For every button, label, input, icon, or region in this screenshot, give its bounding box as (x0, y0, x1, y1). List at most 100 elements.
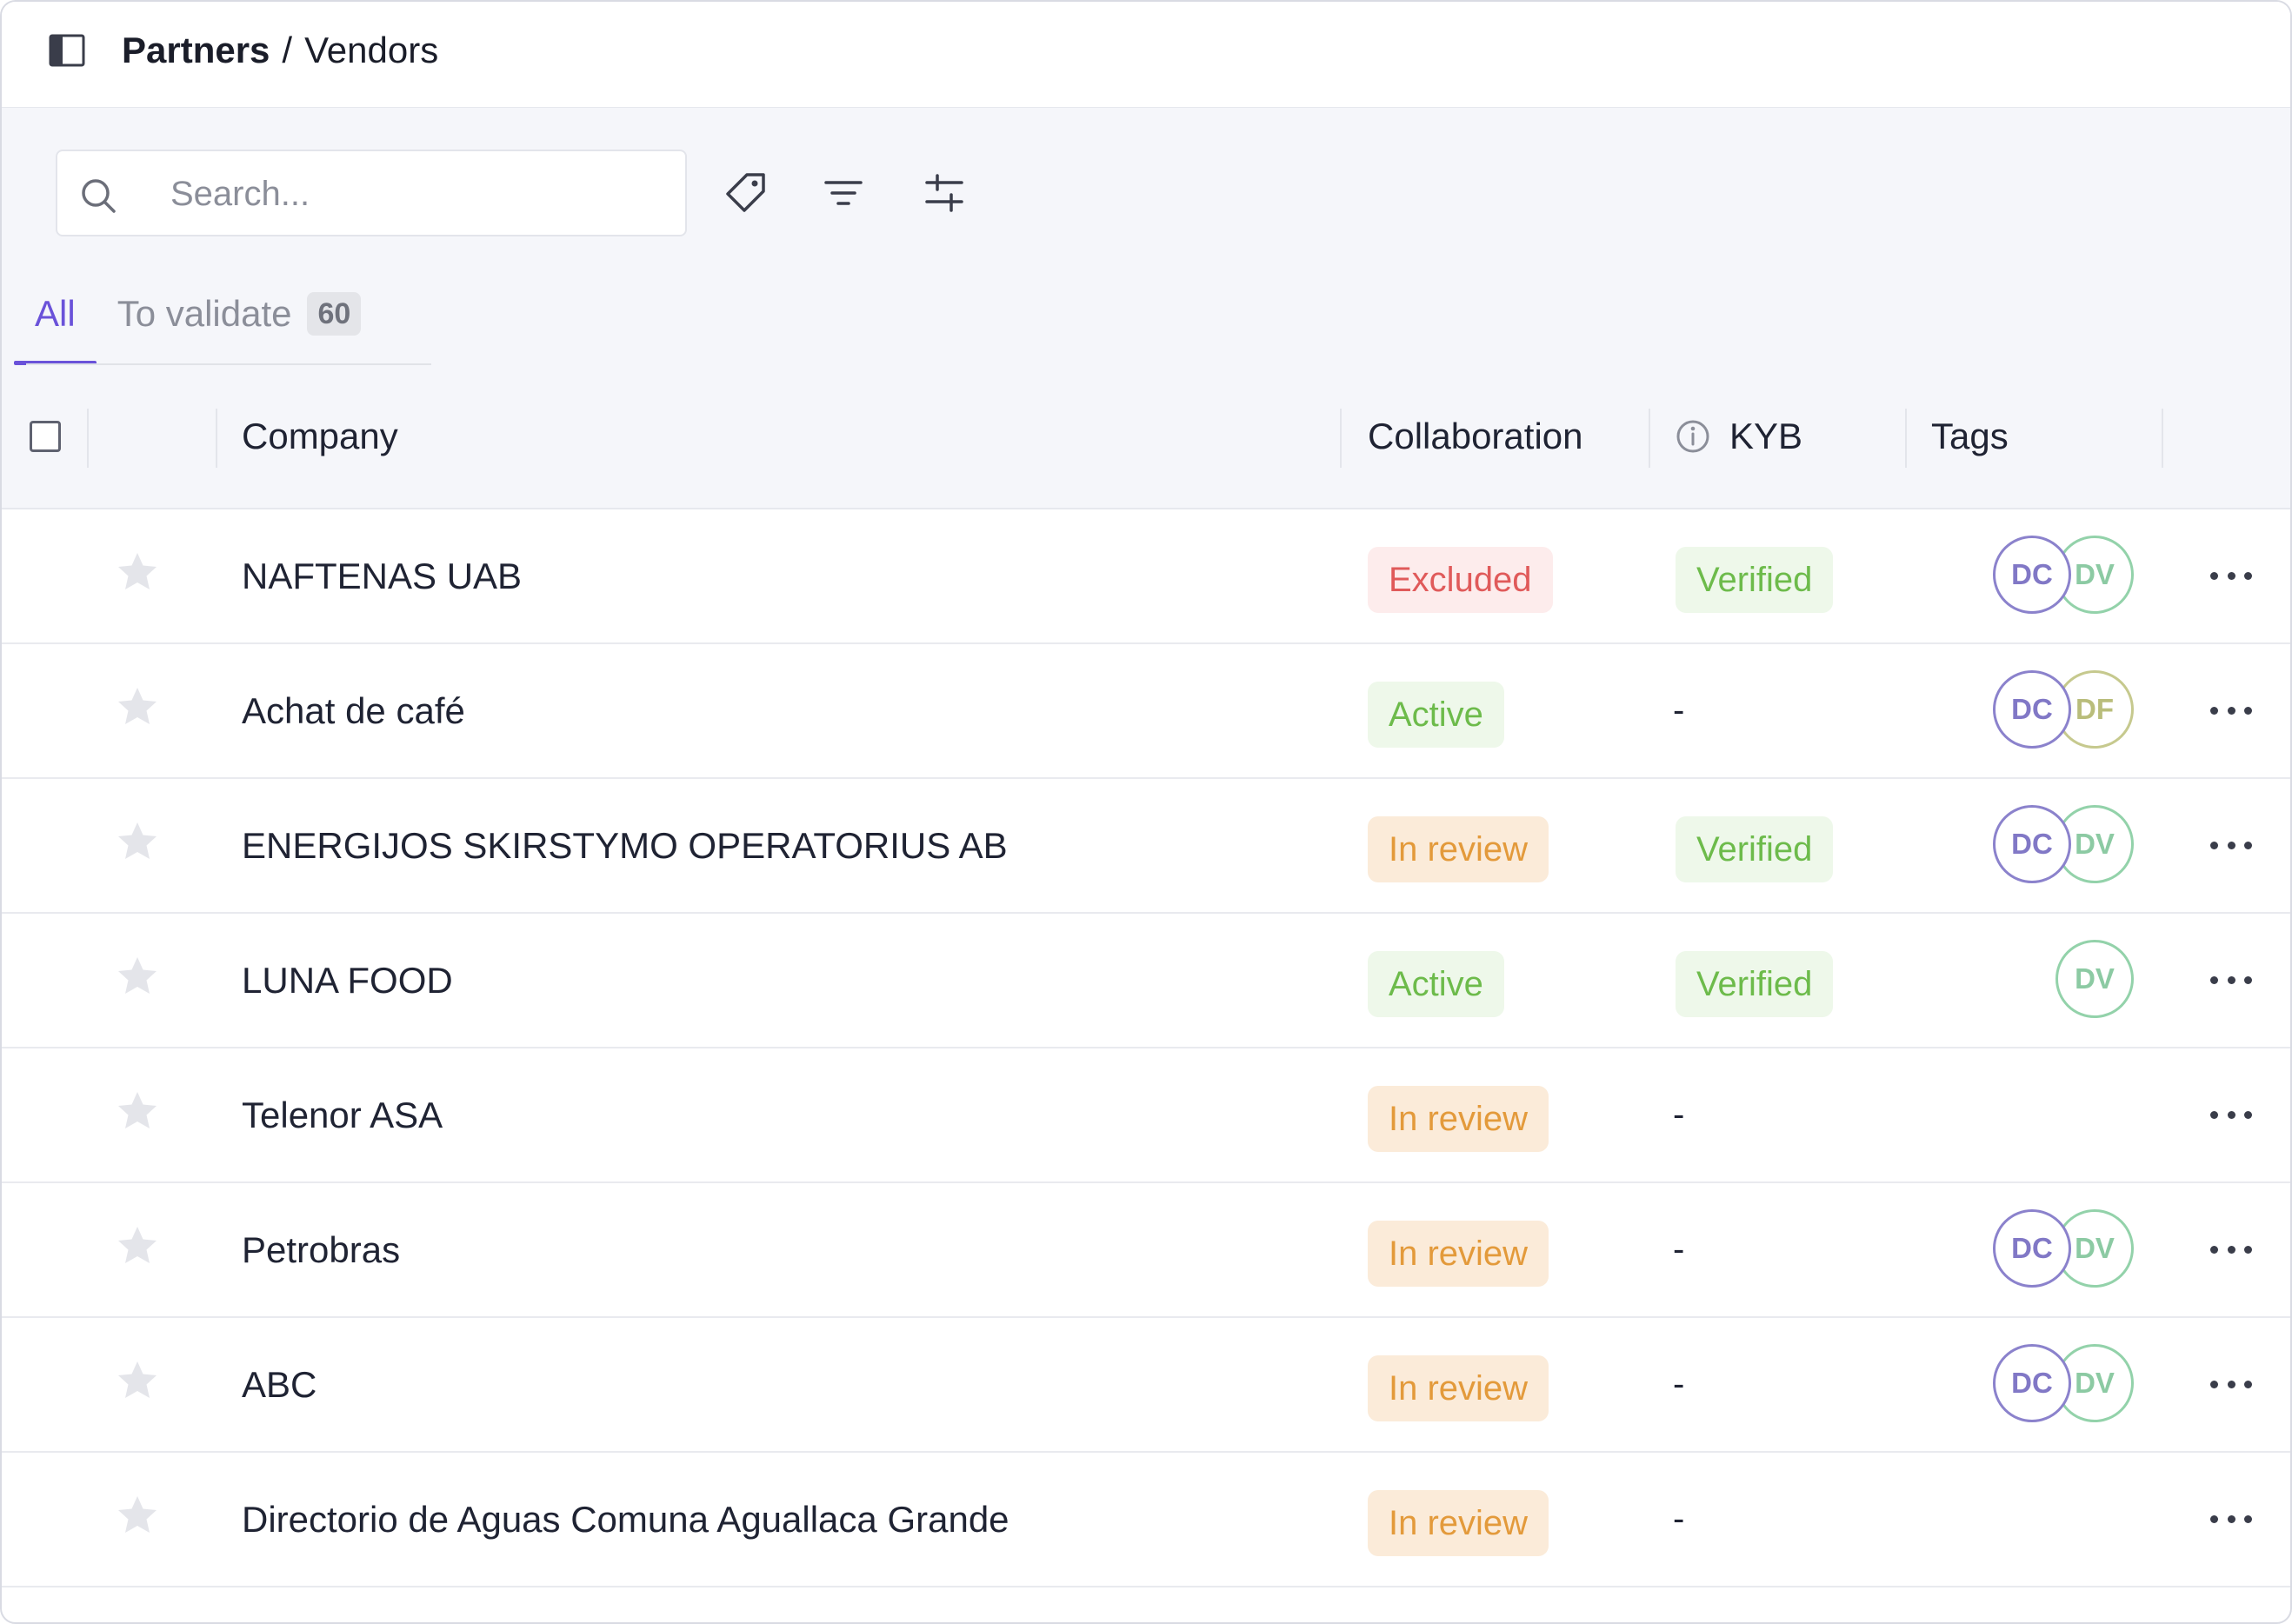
table-row[interactable]: Achat de café Active - DC DF (2, 644, 2290, 779)
tag-avatar[interactable]: DC (1993, 805, 2071, 883)
table-row[interactable]: ABC In review - DC DV (2, 1318, 2290, 1453)
table-header: Company Collaboration KYB Tags (2, 365, 2290, 509)
filter-button[interactable] (819, 169, 868, 217)
tags-group: DC DF (1993, 670, 2141, 752)
collaboration-status-badge: In review (1368, 1355, 1549, 1421)
star-icon[interactable] (115, 1223, 160, 1268)
more-actions-icon[interactable] (2210, 558, 2252, 593)
table-row[interactable]: Petrobras In review - DC DV (2, 1183, 2290, 1318)
search-box[interactable] (56, 150, 687, 236)
column-header-collaboration[interactable]: Collaboration (1368, 365, 1583, 508)
star-icon[interactable] (115, 819, 160, 864)
tag-avatar[interactable]: DC (1993, 536, 2071, 614)
more-actions-icon[interactable] (2210, 693, 2252, 728)
kyb-empty-value: - (1673, 1365, 1685, 1403)
collaboration-status-badge: Active (1368, 951, 1504, 1017)
column-divider (1649, 409, 1650, 468)
breadcrumb-current: Vendors (304, 30, 439, 70)
star-icon[interactable] (115, 549, 160, 595)
tags-group: DC DV (1993, 1344, 2141, 1426)
app-window: Partners / Vendors Search... All To vali… (0, 0, 2292, 1624)
column-header-tags[interactable]: Tags (1931, 365, 2009, 508)
tag-avatar[interactable]: DC (1993, 670, 2071, 749)
kyb-empty-value: - (1673, 691, 1685, 729)
collaboration-status-badge: Active (1368, 682, 1504, 748)
collaboration-status-badge: In review (1368, 1221, 1549, 1287)
tags-group: DV (1993, 940, 2141, 1022)
star-icon[interactable] (115, 684, 160, 729)
table-row[interactable]: Telenor ASA In review - (2, 1048, 2290, 1183)
collaboration-status-badge: Excluded (1368, 547, 1553, 613)
collaboration-status-badge: In review (1368, 1086, 1549, 1152)
breadcrumb-parent[interactable]: Partners (122, 30, 270, 71)
more-actions-icon[interactable] (2210, 962, 2252, 997)
tag-filter-button[interactable] (721, 169, 770, 217)
kyb-status-badge: Verified (1676, 547, 1834, 613)
column-divider (1340, 409, 1342, 468)
tag-icon (726, 173, 765, 212)
company-name[interactable]: Directorio de Aguas Comuna Aguallaca Gra… (242, 1453, 1009, 1586)
kyb-status-badge: Verified (1676, 816, 1834, 882)
top-bar: Partners / Vendors (2, 2, 2290, 109)
more-actions-icon[interactable] (2210, 1501, 2252, 1536)
more-actions-icon[interactable] (2210, 1232, 2252, 1267)
tags-group: DC DV (1993, 805, 2141, 887)
column-divider (2162, 409, 2163, 468)
company-name[interactable]: Petrobras (242, 1183, 400, 1316)
column-divider (216, 409, 217, 468)
more-actions-icon[interactable] (2210, 828, 2252, 862)
star-icon[interactable] (115, 1493, 160, 1538)
kyb-empty-value: - (1673, 1095, 1685, 1134)
kyb-empty-value: - (1673, 1500, 1685, 1538)
star-icon[interactable] (115, 954, 160, 999)
column-divider (87, 409, 89, 468)
adjust-columns-button[interactable] (920, 169, 969, 217)
kyb-status-badge: Verified (1676, 951, 1834, 1017)
sidebar-toggle-icon[interactable] (49, 34, 85, 67)
info-icon[interactable] (1676, 419, 1710, 454)
company-name[interactable]: ABC (242, 1318, 316, 1451)
tab-all[interactable]: All (14, 263, 97, 365)
company-name[interactable]: Telenor ASA (242, 1048, 443, 1181)
column-divider (1905, 409, 1907, 468)
column-header-kyb[interactable]: KYB (1676, 365, 1802, 508)
tab-to-validate-label: To validate (117, 293, 292, 334)
table-row-partial (2, 1587, 2290, 1622)
sliders-icon (925, 174, 963, 212)
star-icon[interactable] (115, 1088, 160, 1134)
kyb-header-label: KYB (1729, 416, 1803, 456)
search-icon (82, 179, 116, 213)
tag-avatar[interactable]: DC (1993, 1344, 2071, 1422)
table-row[interactable]: NAFTENAS UAB Excluded Verified DC DV (2, 509, 2290, 644)
company-name[interactable]: Achat de café (242, 644, 465, 777)
select-all-cell (30, 365, 61, 508)
search-input[interactable] (169, 151, 659, 236)
tab-all-label: All (35, 293, 76, 334)
star-icon[interactable] (115, 1358, 160, 1403)
collaboration-status-badge: In review (1368, 816, 1549, 882)
column-header-company[interactable]: Company (242, 365, 398, 508)
tag-avatar[interactable]: DC (1993, 1209, 2071, 1288)
tags-group: DC DV (1993, 1209, 2141, 1291)
table-row[interactable]: ENERGIJOS SKIRSTYMO OPERATORIUS AB In re… (2, 779, 2290, 914)
vendors-table: Company Collaboration KYB Tags NAFTENAS … (2, 365, 2290, 1622)
company-name[interactable]: ENERGIJOS SKIRSTYMO OPERATORIUS AB (242, 779, 1008, 912)
breadcrumb-separator: / (282, 30, 293, 70)
company-name[interactable]: NAFTENAS UAB (242, 509, 522, 642)
breadcrumb: Partners / Vendors (122, 2, 438, 99)
filter-icon (824, 181, 863, 205)
tags-group: DC DV (1993, 536, 2141, 617)
collaboration-status-badge: In review (1368, 1490, 1549, 1556)
tab-bar: All To validate 60 (14, 263, 431, 365)
table-row[interactable]: LUNA FOOD Active Verified DV (2, 914, 2290, 1048)
tag-avatar[interactable]: DV (2055, 940, 2134, 1018)
select-all-checkbox[interactable] (30, 421, 61, 452)
kyb-empty-value: - (1673, 1230, 1685, 1268)
table-row[interactable]: Directorio de Aguas Comuna Aguallaca Gra… (2, 1453, 2290, 1587)
more-actions-icon[interactable] (2210, 1367, 2252, 1401)
tab-to-validate[interactable]: To validate 60 (97, 263, 383, 365)
toolbar: All To validate 60 (2, 108, 2290, 367)
tab-count-badge: 60 (307, 292, 362, 336)
more-actions-icon[interactable] (2210, 1097, 2252, 1132)
company-name[interactable]: LUNA FOOD (242, 914, 453, 1047)
